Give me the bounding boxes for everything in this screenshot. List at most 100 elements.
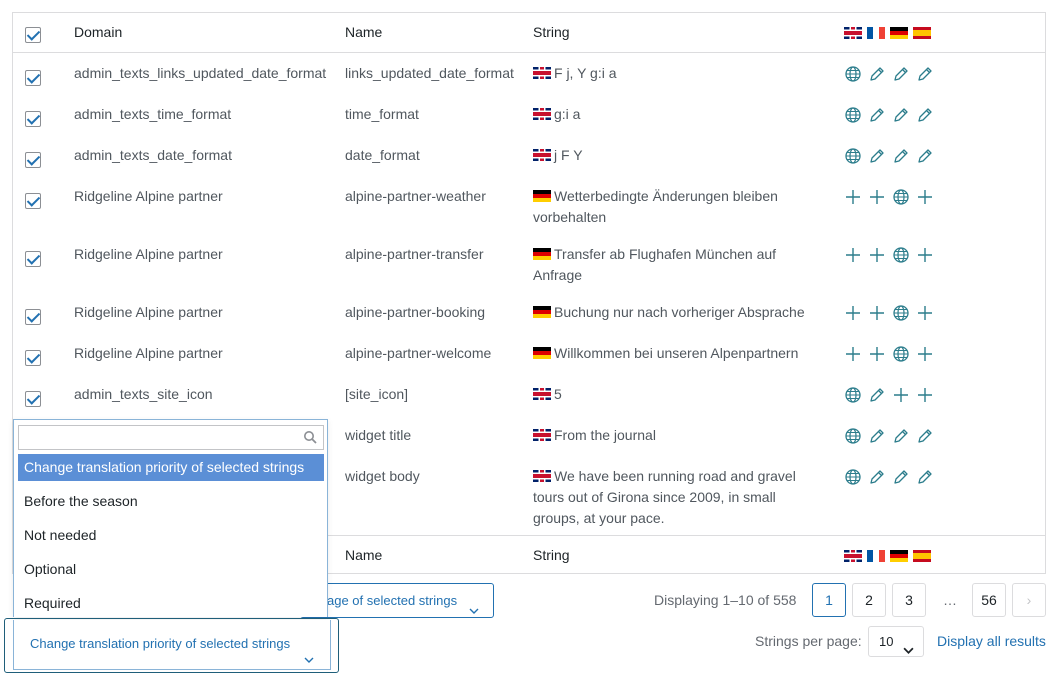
pencil-icon[interactable] bbox=[868, 106, 886, 124]
row-checkbox[interactable] bbox=[25, 248, 41, 269]
page-56-button[interactable]: 56 bbox=[972, 583, 1006, 617]
pencil-icon[interactable] bbox=[892, 147, 910, 165]
globe-icon[interactable] bbox=[844, 106, 862, 124]
display-all-link[interactable]: Display all results bbox=[937, 633, 1046, 649]
language-flags-header bbox=[844, 24, 931, 45]
plus-icon[interactable] bbox=[868, 188, 886, 206]
page-2-button[interactable]: 2 bbox=[852, 583, 886, 617]
plus-icon[interactable] bbox=[916, 188, 934, 206]
name-column-footer[interactable]: Name bbox=[345, 545, 525, 566]
globe-icon[interactable] bbox=[844, 427, 862, 445]
dropdown-option[interactable]: Not needed bbox=[18, 522, 324, 549]
globe-icon[interactable] bbox=[892, 188, 910, 206]
row-name: time_format bbox=[345, 106, 419, 122]
globe-icon[interactable] bbox=[844, 386, 862, 404]
pencil-icon[interactable] bbox=[868, 65, 886, 83]
plus-icon[interactable] bbox=[844, 188, 862, 206]
globe-icon[interactable] bbox=[844, 468, 862, 486]
dropdown-option[interactable]: Optional bbox=[18, 556, 324, 583]
row-translation-actions bbox=[844, 345, 934, 369]
plus-icon[interactable] bbox=[916, 345, 934, 363]
row-domain: admin_texts_date_format bbox=[74, 147, 232, 163]
name-column-header[interactable]: Name bbox=[345, 22, 525, 43]
row-translation-actions bbox=[844, 427, 934, 451]
pencil-icon[interactable] bbox=[892, 468, 910, 486]
row-name: alpine-partner-transfer bbox=[345, 246, 484, 262]
row-string-text: 5 bbox=[554, 386, 562, 402]
pencil-icon[interactable] bbox=[916, 427, 934, 445]
dropdown-option[interactable]: Change translation priority of selected … bbox=[18, 454, 324, 481]
next-page-button[interactable]: › bbox=[1012, 583, 1046, 617]
pencil-icon[interactable] bbox=[916, 147, 934, 165]
uk-flag-icon bbox=[844, 550, 862, 562]
page-1-button[interactable]: 1 bbox=[812, 583, 846, 617]
dropdown-search bbox=[18, 425, 324, 450]
pencil-icon[interactable] bbox=[916, 468, 934, 486]
bulk-action-button[interactable]: age of selected strings bbox=[300, 583, 494, 618]
row-string-text: g:i a bbox=[554, 106, 581, 122]
page-3-button[interactable]: 3 bbox=[892, 583, 926, 617]
plus-icon[interactable] bbox=[844, 246, 862, 264]
uk-flag-icon bbox=[533, 429, 551, 441]
pencil-icon[interactable] bbox=[892, 65, 910, 83]
pencil-icon[interactable] bbox=[868, 468, 886, 486]
string-column-footer[interactable]: String bbox=[533, 545, 813, 566]
globe-icon[interactable] bbox=[844, 147, 862, 165]
domain-column-header[interactable]: Domain bbox=[74, 22, 334, 43]
es-flag-icon bbox=[913, 550, 931, 562]
plus-icon[interactable] bbox=[916, 246, 934, 264]
row-string: Transfer ab Flughafen München auf Anfrag… bbox=[533, 244, 813, 286]
row-translation-actions bbox=[844, 106, 934, 130]
row-name: links_updated_date_format bbox=[345, 65, 514, 81]
plus-icon[interactable] bbox=[892, 386, 910, 404]
plus-icon[interactable] bbox=[916, 304, 934, 322]
chevron-down-icon bbox=[304, 637, 314, 685]
row-name: date_format bbox=[345, 147, 420, 163]
pencil-icon[interactable] bbox=[916, 65, 934, 83]
dropdown-option[interactable]: Before the season bbox=[18, 488, 324, 515]
dropdown-search-input[interactable] bbox=[23, 426, 293, 449]
plus-icon[interactable] bbox=[868, 345, 886, 363]
row-checkbox[interactable] bbox=[25, 190, 41, 211]
row-checkbox[interactable] bbox=[25, 108, 41, 129]
globe-icon[interactable] bbox=[844, 65, 862, 83]
row-checkbox[interactable] bbox=[25, 347, 41, 368]
row-string-text: F j, Y g:i a bbox=[554, 65, 617, 81]
row-name: widget body bbox=[345, 468, 420, 484]
plus-icon[interactable] bbox=[868, 246, 886, 264]
plus-icon[interactable] bbox=[916, 386, 934, 404]
row-checkbox[interactable] bbox=[25, 388, 41, 409]
row-translation-actions bbox=[844, 304, 934, 328]
string-column-header[interactable]: String bbox=[533, 22, 813, 43]
per-page-select[interactable]: 10 bbox=[868, 626, 924, 657]
row-string: Willkommen bei unseren Alpenpartnern bbox=[533, 343, 813, 364]
select-all-checkbox[interactable] bbox=[25, 24, 41, 45]
de-flag-icon bbox=[533, 248, 551, 260]
pencil-icon[interactable] bbox=[892, 427, 910, 445]
pencil-icon[interactable] bbox=[892, 106, 910, 124]
es-flag-icon bbox=[913, 27, 931, 39]
pencil-icon[interactable] bbox=[868, 427, 886, 445]
plus-icon[interactable] bbox=[844, 304, 862, 322]
row-string-text: We have been running road and gravel tou… bbox=[533, 468, 796, 526]
row-name: alpine-partner-welcome bbox=[345, 345, 492, 361]
globe-icon[interactable] bbox=[892, 304, 910, 322]
pencil-icon[interactable] bbox=[916, 106, 934, 124]
priority-combobox-focus: Change translation priority of selected … bbox=[4, 618, 339, 673]
row-domain: Ridgeline Alpine partner bbox=[74, 188, 223, 204]
de-flag-icon bbox=[890, 550, 908, 562]
globe-icon[interactable] bbox=[892, 345, 910, 363]
pencil-icon[interactable] bbox=[868, 147, 886, 165]
plus-icon[interactable] bbox=[844, 345, 862, 363]
priority-combobox[interactable]: Change translation priority of selected … bbox=[13, 620, 331, 670]
dropdown-option[interactable]: Required bbox=[18, 590, 324, 617]
globe-icon[interactable] bbox=[892, 246, 910, 264]
uk-flag-icon bbox=[533, 108, 551, 120]
row-checkbox[interactable] bbox=[25, 67, 41, 88]
row-checkbox[interactable] bbox=[25, 149, 41, 170]
plus-icon[interactable] bbox=[868, 304, 886, 322]
row-checkbox[interactable] bbox=[25, 306, 41, 327]
pagination-ellipsis: … bbox=[943, 592, 957, 608]
pencil-icon[interactable] bbox=[868, 386, 886, 404]
fr-flag-icon bbox=[867, 27, 885, 39]
